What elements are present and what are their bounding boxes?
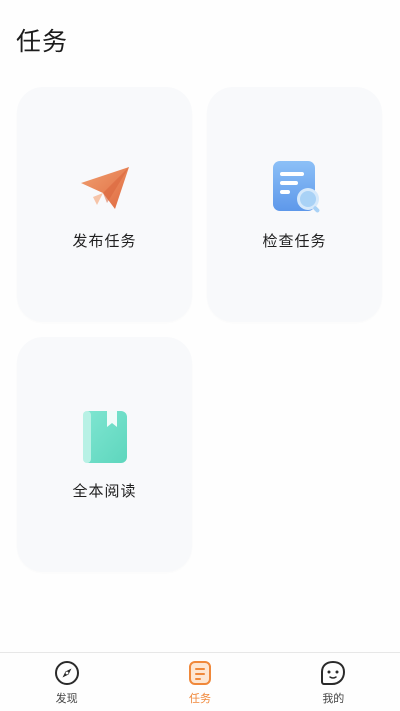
face-icon <box>321 660 346 685</box>
task-screen: 任务 发布任务 检查任务 全本阅读 发现 任务 我的 <box>0 0 400 711</box>
book-icon <box>82 411 127 463</box>
paper-plane-icon <box>80 167 129 209</box>
card-label: 全本阅读 <box>72 482 137 500</box>
page-title: 任务 <box>16 27 69 56</box>
full-reading-card[interactable]: 全本阅读 <box>17 337 192 572</box>
card-label: 检查任务 <box>262 232 327 250</box>
tab-label: 我的 <box>322 692 345 705</box>
document-search-icon <box>272 161 319 213</box>
publish-task-card[interactable]: 发布任务 <box>17 87 192 322</box>
tab-label: 发现 <box>55 692 78 705</box>
check-task-card[interactable]: 检查任务 <box>207 87 382 322</box>
tab-task[interactable]: 任务 <box>133 653 266 711</box>
tab-mine[interactable]: 我的 <box>267 653 400 711</box>
tab-discover[interactable]: 发现 <box>0 653 133 711</box>
tab-label: 任务 <box>188 692 211 705</box>
compass-icon <box>54 661 79 685</box>
task-list-icon <box>188 661 211 685</box>
card-label: 发布任务 <box>72 232 137 250</box>
bottom-tab-bar: 发现 任务 我的 <box>0 652 400 711</box>
